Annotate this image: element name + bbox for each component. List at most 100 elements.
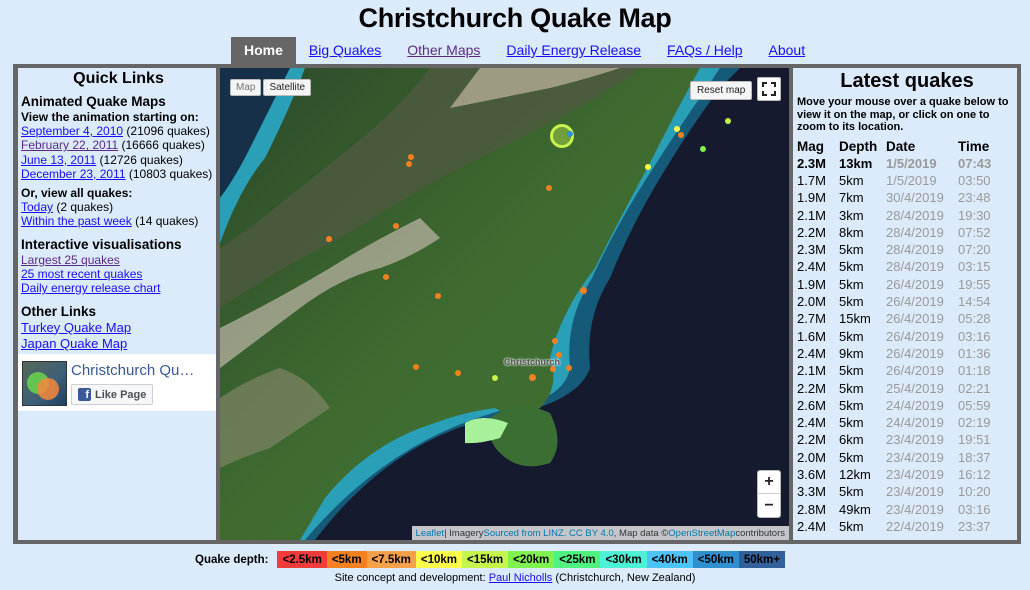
quake-marker[interactable] — [492, 375, 498, 381]
quake-row[interactable]: 2.4M 5km 22/4/2019 23:37 — [797, 518, 991, 535]
quake-row[interactable]: 1.6M 5km 26/4/2019 03:16 — [797, 327, 991, 344]
quake-row[interactable]: 3.6M 12km 23/4/2019 16:12 — [797, 466, 991, 483]
quake-marker[interactable] — [580, 287, 587, 294]
legend-swatch: <10km — [415, 551, 463, 568]
energy-chart-link[interactable]: Daily energy release chart — [21, 281, 160, 295]
quake-marker[interactable] — [567, 131, 573, 137]
nav-home[interactable]: Home — [231, 37, 296, 64]
quake-row[interactable]: 2.1M 3km 28/4/2019 19:30 — [797, 206, 991, 223]
nav-daily-energy[interactable]: Daily Energy Release — [493, 37, 654, 64]
quake-row[interactable]: 1.7M 5km 1/5/2019 03:50 — [797, 172, 991, 189]
turkey-map-link[interactable]: Turkey Quake Map — [21, 320, 131, 335]
quake-row[interactable]: 1.9M 5km 26/4/2019 19:55 — [797, 276, 991, 293]
quake-map[interactable]: Christchurch Map Satellite Reset map + −… — [220, 68, 789, 540]
quake-row[interactable]: 2.6M 5km 24/4/2019 05:59 — [797, 397, 991, 414]
facebook-page-thumbnail[interactable] — [22, 361, 67, 406]
quake-date: 26/4/2019 — [886, 276, 944, 292]
quake-row[interactable]: 2.0M 5km 23/4/2019 18:37 — [797, 449, 991, 466]
quake-marker[interactable] — [455, 370, 461, 376]
quake-row[interactable]: 2.1M 5km 26/4/2019 01:18 — [797, 362, 991, 379]
quake-marker[interactable] — [435, 293, 441, 299]
map-type-map-button[interactable]: Map — [230, 79, 262, 96]
quake-marker[interactable] — [383, 274, 389, 280]
quake-row[interactable]: 2.2M 5km 25/4/2019 02:21 — [797, 379, 991, 396]
quake-date: 1/5/2019 — [886, 172, 937, 188]
legend-swatch: <20km — [508, 551, 555, 568]
quake-marker[interactable] — [326, 236, 332, 242]
quake-marker[interactable] — [413, 364, 419, 370]
quake-time: 03:16 — [958, 501, 991, 517]
quake-row[interactable]: 2.3M 5km 28/4/2019 07:20 — [797, 241, 991, 258]
nav-about-link[interactable]: About — [769, 42, 806, 58]
quake-marker[interactable] — [529, 374, 536, 381]
facebook-page-name[interactable]: Christchurch Qu… — [71, 362, 194, 379]
nav-about[interactable]: About — [756, 37, 819, 64]
quake-time: 03:15 — [958, 259, 991, 275]
zoom-out-button[interactable]: − — [758, 494, 780, 517]
nav-faqs[interactable]: FAQs / Help — [654, 37, 755, 64]
quake-depth: 5km — [839, 380, 864, 396]
quake-mag: 3.3M — [797, 484, 826, 500]
quake-row[interactable]: 2.7M 15km 26/4/2019 05:28 — [797, 310, 991, 327]
fullscreen-button[interactable] — [757, 77, 781, 101]
quake-date: 26/4/2019 — [886, 294, 944, 310]
animation-link-jun-2011[interactable]: June 13, 2011 — [21, 153, 96, 167]
osm-link[interactable]: OpenStreetMap — [668, 528, 735, 539]
quake-marker[interactable] — [393, 223, 399, 229]
quake-row[interactable]: 2.0M 5km 26/4/2019 14:54 — [797, 293, 991, 310]
quake-time: 23:48 — [958, 190, 991, 206]
view-week-link[interactable]: Within the past week — [21, 214, 132, 228]
animation-link-sep-2010[interactable]: September 4, 2010 — [21, 124, 123, 138]
quake-marker[interactable] — [700, 146, 706, 152]
recent-25-link[interactable]: 25 most recent quakes — [21, 267, 142, 281]
view-all-item: Within the past week (14 quakes) — [21, 214, 216, 228]
quake-depth: 9km — [839, 345, 864, 361]
quake-time: 19:30 — [958, 207, 991, 223]
reset-map-button[interactable]: Reset map — [690, 81, 753, 100]
quake-marker[interactable] — [546, 185, 552, 191]
quake-row[interactable]: 2.4M 5km 24/4/2019 02:19 — [797, 414, 991, 431]
attribution-text: , Map data © — [613, 527, 669, 539]
nav-big-quakes[interactable]: Big Quakes — [296, 37, 394, 64]
japan-map-link[interactable]: Japan Quake Map — [21, 336, 127, 351]
quake-time: 05:28 — [958, 311, 991, 327]
quake-marker[interactable] — [645, 164, 651, 170]
quake-mag: 1.9M — [797, 276, 826, 292]
nav-faqs-link[interactable]: FAQs / Help — [667, 42, 742, 58]
author-link[interactable]: Paul Nicholls — [489, 572, 553, 584]
quake-row[interactable]: 2.3M 13km 1/5/2019 07:43 — [797, 155, 991, 172]
animation-link-feb-2011[interactable]: February 22, 2011 — [21, 138, 118, 152]
leaflet-link[interactable]: Leaflet — [416, 528, 445, 539]
quake-row[interactable]: 1.9M 7km 30/4/2019 23:48 — [797, 189, 991, 206]
quake-marker[interactable] — [566, 365, 572, 371]
quake-marker[interactable] — [406, 161, 412, 167]
nav-other-maps[interactable]: Other Maps — [394, 37, 493, 64]
largest-25-link[interactable]: Largest 25 quakes — [21, 253, 120, 267]
quake-date: 25/4/2019 — [886, 380, 944, 396]
linz-link[interactable]: Sourced from LINZ. CC BY 4.0 — [484, 528, 614, 539]
quake-time: 23:37 — [958, 518, 991, 534]
quake-marker[interactable] — [674, 126, 680, 132]
fullscreen-icon — [762, 82, 776, 96]
nav-daily-energy-link[interactable]: Daily Energy Release — [506, 42, 641, 58]
quake-row[interactable]: 3.3M 5km 23/4/2019 10:20 — [797, 483, 991, 500]
facebook-like-button[interactable]: f Like Page — [71, 384, 154, 405]
map-type-satellite-button[interactable]: Satellite — [263, 79, 312, 96]
zoom-in-button[interactable]: + — [758, 471, 780, 494]
quake-marker[interactable] — [678, 132, 684, 138]
quake-row[interactable]: 2.4M 9km 26/4/2019 01:36 — [797, 345, 991, 362]
quake-marker[interactable] — [408, 154, 414, 160]
nav-big-quakes-link[interactable]: Big Quakes — [309, 42, 381, 58]
quake-marker[interactable] — [725, 118, 731, 124]
nav-other-maps-link[interactable]: Other Maps — [407, 42, 480, 58]
quake-row[interactable]: 2.8M 49km 23/4/2019 03:16 — [797, 500, 991, 517]
quake-row[interactable]: 2.2M 8km 28/4/2019 07:52 — [797, 224, 991, 241]
quake-row[interactable]: 2.4M 5km 28/4/2019 03:15 — [797, 258, 991, 275]
quake-time: 19:51 — [958, 432, 991, 448]
quake-row[interactable]: 2.2M 6km 23/4/2019 19:51 — [797, 431, 991, 448]
view-today-link[interactable]: Today — [21, 200, 53, 214]
latest-quakes-panel: Latest quakes Move your mouse over a qua… — [793, 68, 1017, 540]
quake-marker[interactable] — [552, 338, 558, 344]
animation-link-dec-2011[interactable]: December 23, 2011 — [21, 167, 126, 181]
quake-time: 03:16 — [958, 328, 991, 344]
